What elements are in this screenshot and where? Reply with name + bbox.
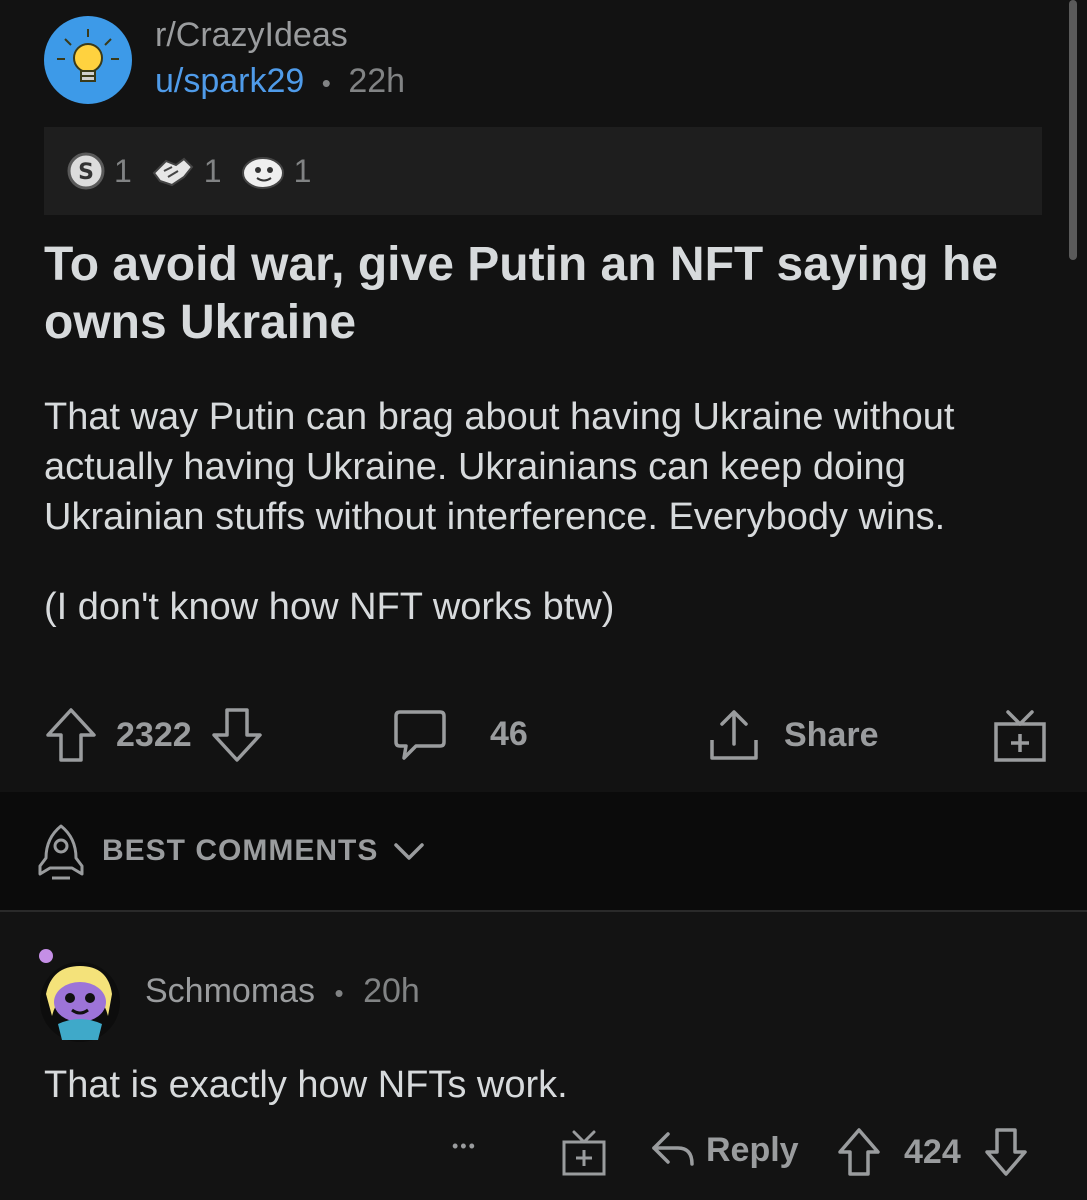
- post-body-paragraph: (I don't know how NFT works btw): [44, 586, 615, 628]
- comment-text: That is exactly how NFTs work.: [44, 1064, 568, 1106]
- snoo-avatar-icon: [39, 949, 120, 1042]
- comment-actions: ••• Reply 424: [0, 1120, 1087, 1190]
- meta-separator: •: [321, 68, 331, 98]
- gift-icon[interactable]: [560, 1128, 608, 1178]
- award-wholesome[interactable]: 1: [240, 151, 312, 191]
- comment-meta: Schmomas • 20h: [145, 972, 420, 1011]
- wholesome-award-icon: [241, 157, 284, 189]
- upvote-icon[interactable]: [44, 706, 98, 764]
- more-options-button[interactable]: •••: [452, 1136, 477, 1157]
- share-icon: [710, 710, 758, 760]
- subreddit-name[interactable]: r/CrazyIdeas: [155, 16, 348, 55]
- chevron-down-icon: [394, 843, 425, 860]
- lightbulb-icon: [57, 29, 119, 82]
- post-age: 22h: [348, 62, 406, 100]
- share-label: Share: [784, 715, 879, 754]
- award-count: 1: [114, 152, 132, 189]
- post-title[interactable]: To avoid war, give Putin an NFT saying h…: [44, 236, 1034, 352]
- post-card: r/CrazyIdeas u/spark29 • 22h S 1 1 1 To …: [0, 0, 1087, 790]
- scrollbar[interactable]: [1069, 0, 1077, 260]
- post-body-paragraph: That way Putin can brag about having Ukr…: [44, 396, 955, 538]
- divider: [0, 910, 1087, 912]
- sort-label: BEST COMMENTS: [102, 834, 379, 867]
- comment-bubble-icon: [394, 710, 446, 760]
- helpful-award-icon: [152, 157, 194, 187]
- subreddit-avatar[interactable]: [44, 16, 132, 104]
- reply-button[interactable]: Reply: [650, 1128, 799, 1172]
- comment-sort-bar[interactable]: BEST COMMENTS: [0, 792, 1087, 912]
- svg-text:S: S: [78, 160, 94, 185]
- vote-control: 2322: [44, 706, 264, 764]
- comment: Schmomas • 20h That is exactly how NFTs …: [0, 914, 1087, 1200]
- rocket-icon: [38, 824, 84, 880]
- gift-icon: [994, 710, 1046, 762]
- post-author[interactable]: u/spark29: [155, 62, 304, 100]
- silver-award-icon: S: [67, 152, 105, 190]
- award-count: 1: [203, 152, 222, 189]
- award-silver[interactable]: S 1: [66, 151, 132, 191]
- comments-button[interactable]: 46: [392, 706, 528, 762]
- meta-separator: •: [334, 978, 344, 1008]
- comment-author[interactable]: Schmomas: [145, 972, 315, 1010]
- downvote-icon[interactable]: [983, 1126, 1029, 1178]
- post-actions: 2322 46 Share: [44, 700, 1046, 770]
- user-avatar[interactable]: [32, 944, 124, 1044]
- reply-label: Reply: [706, 1130, 799, 1169]
- comment-vote-count: 424: [904, 1132, 961, 1171]
- upvote-icon[interactable]: [836, 1126, 882, 1178]
- downvote-icon[interactable]: [210, 706, 264, 764]
- comment-vote-control: 424: [836, 1126, 1029, 1178]
- award-helpful[interactable]: 1: [150, 151, 222, 191]
- comment-count: 46: [490, 714, 528, 753]
- post-body: That way Putin can brag about having Ukr…: [44, 392, 1044, 632]
- post-vote-count: 2322: [116, 715, 192, 754]
- post-meta: u/spark29 • 22h: [155, 62, 405, 101]
- award-count: 1: [293, 152, 312, 189]
- awards-bar[interactable]: S 1 1 1: [44, 127, 1042, 215]
- reply-arrow-icon: [652, 1132, 694, 1166]
- share-button[interactable]: Share: [706, 706, 879, 764]
- give-award-button[interactable]: [992, 706, 1048, 764]
- comment-age: 20h: [363, 972, 420, 1010]
- sort-selector[interactable]: BEST COMMENTS: [34, 822, 426, 880]
